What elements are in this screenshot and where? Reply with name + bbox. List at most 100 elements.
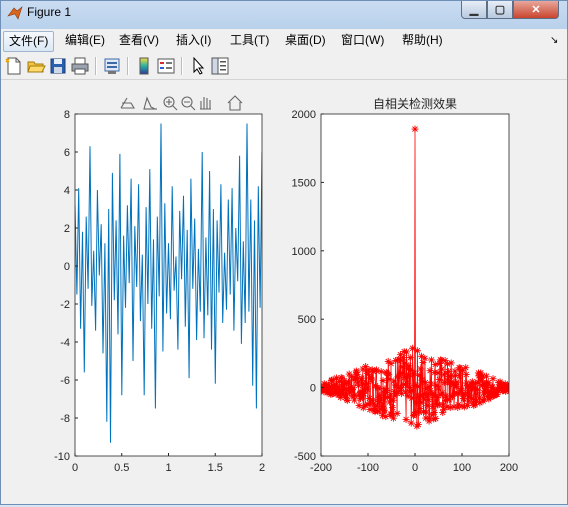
y-tick-label: -500 — [294, 451, 316, 463]
star-marker — [462, 364, 470, 372]
x-tick-label: 0 — [72, 462, 78, 474]
star-marker — [375, 384, 383, 392]
star-marker — [413, 347, 421, 355]
star-marker — [447, 372, 455, 380]
star-marker — [408, 386, 416, 394]
y-tick-label: 0 — [310, 383, 316, 395]
star-marker — [447, 359, 455, 367]
colorbar-icon[interactable] — [134, 56, 154, 76]
y-tick-label: -4 — [60, 337, 70, 349]
star-marker — [343, 396, 351, 404]
menu-desktop[interactable]: 桌面(D) — [280, 31, 331, 50]
menu-insert[interactable]: 插入(I) — [171, 31, 216, 50]
star-marker — [403, 372, 411, 380]
close-button[interactable]: ✕ — [513, 1, 559, 19]
maximize-button[interactable]: ▢ — [487, 1, 513, 19]
y-tick-label: -10 — [54, 451, 70, 463]
y-tick-label: 4 — [64, 185, 70, 197]
figure-canvas: 0 0.5 1 1.5 2 -10 -8 -6 -4 -2 0 2 4 6 8 -200 -100 0 100 20… — [1, 81, 567, 504]
save-icon[interactable] — [48, 56, 68, 76]
minimize-button[interactable]: ▁ — [461, 1, 487, 19]
star-marker — [462, 371, 470, 379]
star-marker — [489, 375, 497, 383]
home-icon[interactable] — [227, 95, 243, 111]
star-marker — [435, 384, 442, 392]
star-marker — [377, 395, 385, 403]
x-tick-label: 2 — [259, 462, 265, 474]
star-marker — [411, 125, 419, 133]
star-marker — [364, 385, 372, 393]
star-marker — [414, 421, 422, 429]
star-marker — [380, 406, 388, 414]
chart-area: 0 0.5 1 1.5 2 -10 -8 -6 -4 -2 0 2 4 6 8 -200 -100 0 100 20… — [54, 95, 518, 474]
menu-overflow-icon[interactable]: ↘ — [545, 31, 563, 50]
legend-icon[interactable] — [156, 56, 176, 76]
title-bar[interactable]: Figure 1 ▁ ▢ ✕ — [1, 1, 567, 25]
menu-tools[interactable]: 工具(T) — [225, 31, 274, 50]
toolbar-separator — [127, 57, 129, 75]
star-marker — [505, 386, 509, 394]
y-tick-label: 2 — [64, 223, 70, 235]
pan-icon[interactable] — [200, 97, 211, 110]
star-marker — [399, 353, 407, 361]
star-marker — [453, 378, 461, 386]
menu-help[interactable]: 帮助(H) — [397, 31, 448, 50]
print-preview-icon[interactable] — [102, 56, 122, 76]
print-icon[interactable] — [70, 56, 90, 76]
star-marker — [423, 402, 431, 410]
y-tick-label: 1000 — [292, 246, 316, 258]
y-tick-label: 0 — [64, 261, 70, 273]
x-tick-label: 1.5 — [208, 462, 223, 474]
menu-window[interactable]: 窗口(W) — [336, 31, 389, 50]
toolbar-separator — [95, 57, 97, 75]
data-tip-icon[interactable] — [143, 96, 157, 110]
close-icon: ✕ — [531, 4, 541, 16]
star-marker — [429, 402, 437, 410]
star-marker — [387, 360, 395, 368]
pointer-icon[interactable] — [188, 56, 208, 76]
open-file-icon[interactable] — [26, 56, 46, 76]
zoom-in-icon[interactable] — [163, 96, 178, 111]
brush-icon[interactable] — [120, 97, 135, 109]
star-marker — [482, 372, 490, 380]
menu-view[interactable]: 查看(V) — [114, 31, 164, 50]
star-marker — [383, 387, 391, 395]
left-axes-background[interactable] — [75, 114, 262, 456]
menu-file[interactable]: 文件(F) — [3, 31, 55, 52]
star-marker — [406, 354, 414, 362]
y-tick-label: -2 — [60, 299, 70, 311]
star-marker — [432, 415, 440, 423]
maximize-icon: ▢ — [494, 4, 506, 16]
property-inspector-icon[interactable] — [210, 56, 230, 76]
star-marker — [421, 354, 429, 362]
toolbar-separator — [181, 57, 183, 75]
x-tick-label: -200 — [310, 462, 332, 474]
star-marker — [363, 380, 371, 388]
star-marker — [430, 408, 438, 416]
new-figure-icon[interactable] — [4, 56, 24, 76]
menu-bar: 文件(F) 编辑(E) 查看(V) 插入(I) 工具(T) 桌面(D) 窗口(W… — [1, 29, 567, 52]
y-tick-label: -6 — [60, 375, 70, 387]
minimize-icon: ▁ — [469, 4, 479, 16]
axes-toolbar — [120, 95, 243, 111]
star-marker — [388, 404, 396, 412]
y-tick-label: 6 — [64, 147, 70, 159]
star-marker — [427, 356, 435, 364]
y-tick-label: 8 — [64, 109, 70, 121]
x-tick-label: -100 — [357, 462, 379, 474]
menu-edit[interactable]: 编辑(E) — [60, 31, 110, 50]
matlab-icon — [7, 6, 23, 20]
star-marker — [379, 377, 387, 385]
star-marker — [427, 380, 435, 388]
x-tick-label: 0 — [412, 462, 418, 474]
y-tick-label: -8 — [60, 413, 70, 425]
star-marker — [377, 368, 385, 376]
zoom-out-icon[interactable] — [181, 96, 196, 111]
y-tick-label: 2000 — [292, 109, 316, 121]
x-tick-label: 1 — [165, 462, 171, 474]
y-tick-label: 1500 — [292, 177, 316, 189]
right-plot-title: 自相关检测效果 — [373, 96, 457, 111]
star-marker — [389, 414, 397, 422]
star-marker — [407, 419, 415, 427]
x-tick-label: 200 — [500, 462, 518, 474]
